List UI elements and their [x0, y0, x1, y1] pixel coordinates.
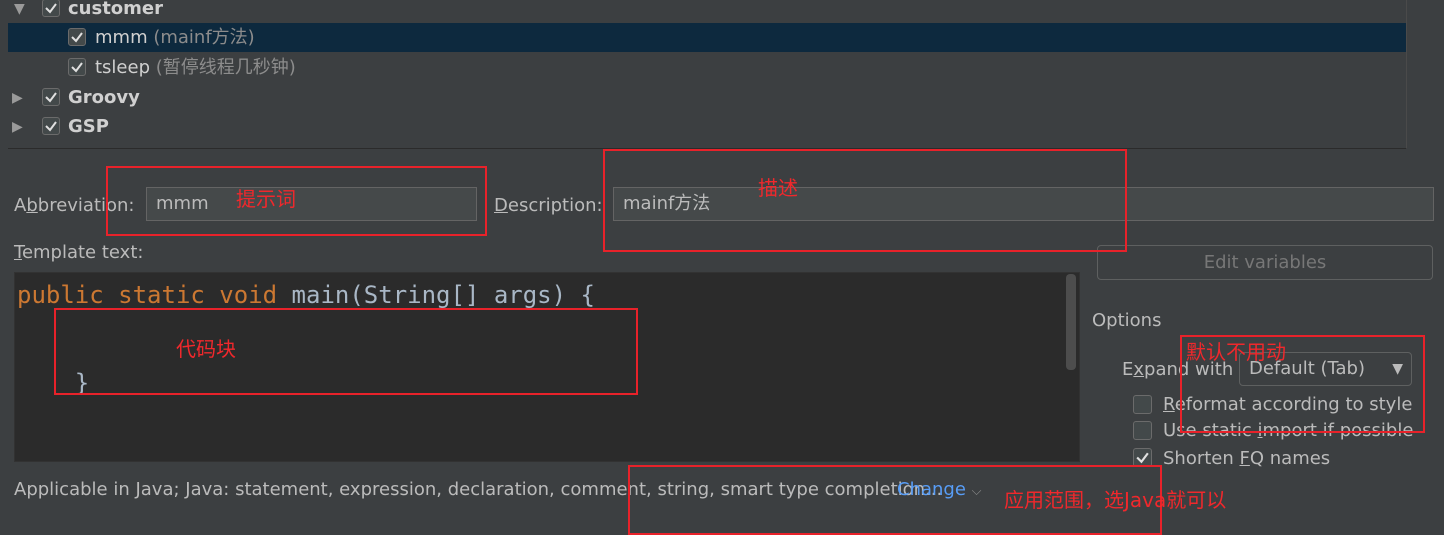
editor-scrollbar[interactable] [1066, 274, 1076, 370]
annotation-expand: 默认不用动 [1186, 340, 1286, 364]
code-line-1: public static void main(String[] args) { [17, 281, 595, 309]
collapsed-arrow-icon[interactable]: ▶ [12, 120, 26, 134]
template-tree[interactable]: ▼ customer mmm (mainf方法) tsleep (暂停线程几秒钟… [8, 0, 1406, 149]
tree-label-customer: customer [68, 0, 164, 19]
code-signature: main(String[] args) { [277, 281, 595, 309]
description-label: Description: [494, 195, 603, 216]
shorten-fq-label: Shorten FQ names [1163, 448, 1331, 469]
checkbox-customer[interactable] [42, 0, 60, 17]
static-import-checkbox[interactable] [1133, 421, 1152, 440]
tree-label-gsp: GSP [68, 116, 109, 137]
tree-label-mmm: mmm [95, 27, 148, 48]
expanded-arrow-icon[interactable]: ▼ [14, 2, 28, 16]
code-keywords: public static void [17, 281, 278, 309]
checkbox-groovy[interactable] [42, 88, 60, 106]
annotation-box-abbreviation [106, 166, 487, 236]
tree-label-groovy: Groovy [68, 87, 140, 108]
edit-variables-button[interactable]: Edit variables [1097, 245, 1433, 280]
annotation-box-code [54, 308, 638, 395]
annotation-code: 代码块 [176, 337, 236, 361]
tree-label-tsleep: tsleep [95, 57, 151, 78]
tree-item-tsleep[interactable]: tsleep (暂停线程几秒钟) [8, 53, 1406, 82]
annotation-scope: 应用范围，选Java就可以 [1004, 488, 1227, 512]
annotation-description: 描述 [758, 176, 798, 200]
tree-group-customer[interactable]: ▼ customer [8, 0, 1406, 23]
tree-group-gsp[interactable]: ▶ GSP [8, 112, 1406, 141]
reformat-checkbox[interactable] [1133, 395, 1152, 414]
annotation-abbreviation: 提示词 [236, 187, 296, 211]
collapsed-arrow-icon[interactable]: ▶ [12, 91, 26, 105]
options-title: Options [1092, 310, 1162, 331]
tree-item-mmm[interactable]: mmm (mainf方法) [8, 23, 1406, 52]
checkbox-tsleep[interactable] [68, 58, 86, 76]
tree-desc-tsleep: (暂停线程几秒钟) [155, 57, 296, 78]
tree-scrollbar[interactable] [1406, 0, 1437, 148]
template-text-label: Template text: [14, 242, 144, 263]
checkbox-gsp[interactable] [42, 117, 60, 135]
checkbox-mmm[interactable] [68, 28, 86, 46]
annotation-box-description [603, 149, 1127, 252]
tree-desc-mmm: (mainf方法) [153, 27, 255, 48]
tree-group-groovy[interactable]: ▶ Groovy [8, 83, 1406, 112]
